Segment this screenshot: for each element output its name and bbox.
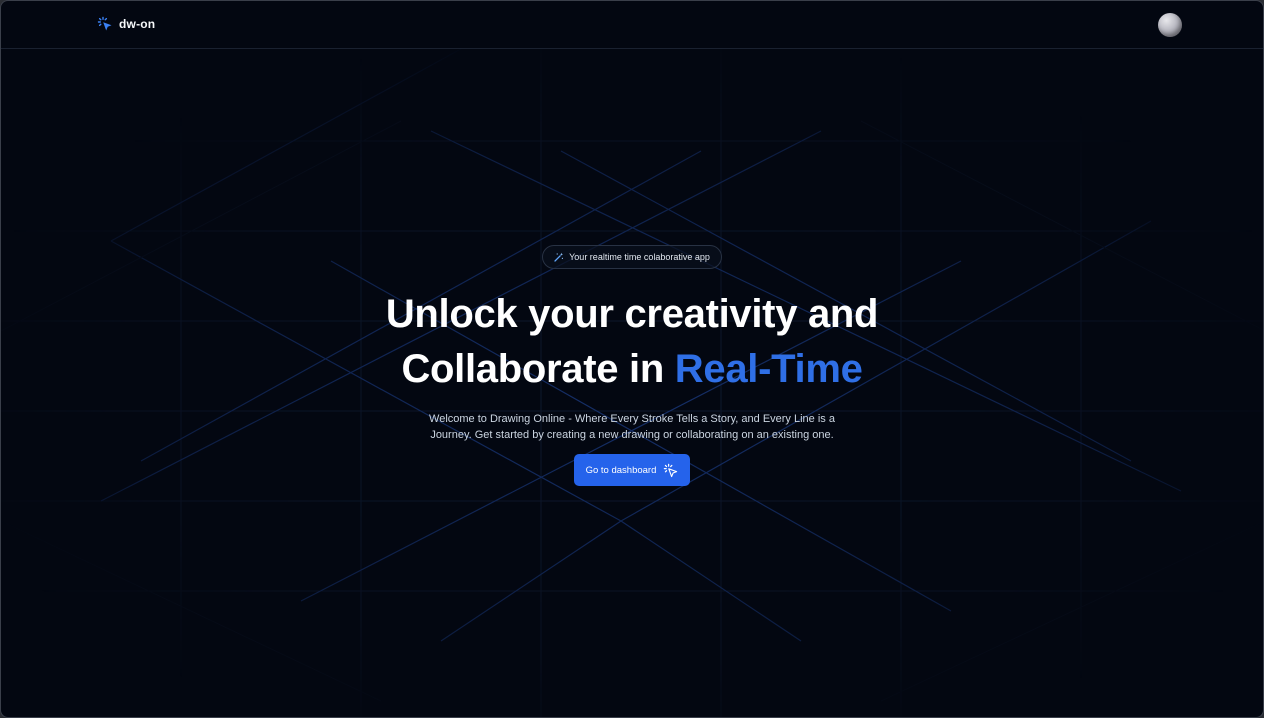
brand-name: dw-on (119, 17, 156, 31)
headline-line-2-prefix: Collaborate in (401, 347, 675, 391)
brand-logo-link[interactable]: dw-on (97, 16, 155, 32)
sparkle-cursor-icon (664, 463, 678, 477)
hero-section: Your realtime time colaborative app Unlo… (1, 245, 1263, 486)
user-avatar[interactable] (1158, 13, 1182, 37)
go-to-dashboard-button[interactable]: Go to dashboard (573, 454, 691, 486)
magic-wand-icon (554, 252, 564, 262)
headline-accent: Real-Time (674, 347, 863, 391)
tagline-text: Your realtime time colaborative app (569, 252, 710, 262)
sparkle-cursor-icon (97, 16, 112, 31)
headline-line-1: Unlock your creativity and (385, 292, 879, 336)
app-window: dw-on Your realtime time colaborative ap… (0, 0, 1264, 718)
tagline-badge: Your realtime time colaborative app (542, 245, 722, 269)
top-navbar: dw-on (1, 1, 1263, 49)
hero-description: Welcome to Drawing Online - Where Every … (429, 413, 835, 441)
hero-headline: Unlock your creativity and Collaborate i… (385, 287, 879, 397)
cta-label: Go to dashboard (585, 464, 657, 476)
